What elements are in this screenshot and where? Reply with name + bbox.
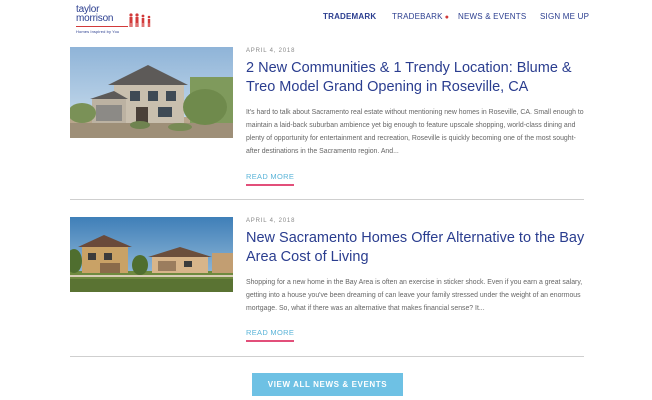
read-more-link[interactable]: READ MORE (246, 172, 295, 186)
logo-tagline: Homes Inspired by You (76, 29, 120, 34)
view-all-news-button[interactable]: VIEW ALL NEWS & EVENTS (252, 373, 403, 396)
site-header: taylor morrison Homes Inspired by You TR… (0, 0, 652, 36)
taylor-morrison-logo[interactable]: taylor morrison Homes Inspired by You (76, 5, 156, 34)
post-excerpt: It's hard to talk about Sacramento real … (246, 109, 584, 155)
post-excerpt: Shopping for a new home in the Bay Area … (246, 279, 583, 312)
post-date: APRIL 4, 2018 (246, 48, 296, 54)
family-logo-icon (129, 13, 151, 27)
nav-tradebark-label: TRADEBARK (392, 12, 443, 21)
post-date: APRIL 4, 2018 (246, 218, 296, 224)
post-divider (70, 199, 584, 200)
post-thumbnail-two-story-house[interactable] (70, 47, 233, 138)
post-thumbnail-homes-street[interactable] (70, 217, 233, 292)
post-title[interactable]: 2 New Communities & 1 Trendy Location: B… (246, 59, 586, 97)
nav-tradebark[interactable]: TRADEBARK ● (392, 12, 449, 24)
logo-underline (76, 26, 128, 27)
news-post: APRIL 4, 2018 2 New Communities & 1 Tren… (70, 47, 584, 197)
post-divider (70, 356, 584, 357)
read-more-link[interactable]: READ MORE (246, 328, 295, 342)
nav-sign-me-up[interactable]: SIGN ME UP (540, 12, 589, 24)
nav-news-events[interactable]: NEWS & EVENTS (458, 12, 526, 24)
nav-trademark[interactable]: TRADEMARK (323, 12, 376, 24)
news-post: APRIL 4, 2018 New Sacramento Homes Offer… (70, 217, 584, 357)
post-title[interactable]: New Sacramento Homes Offer Alternative t… (246, 229, 586, 267)
paw-icon: ● (444, 14, 450, 21)
